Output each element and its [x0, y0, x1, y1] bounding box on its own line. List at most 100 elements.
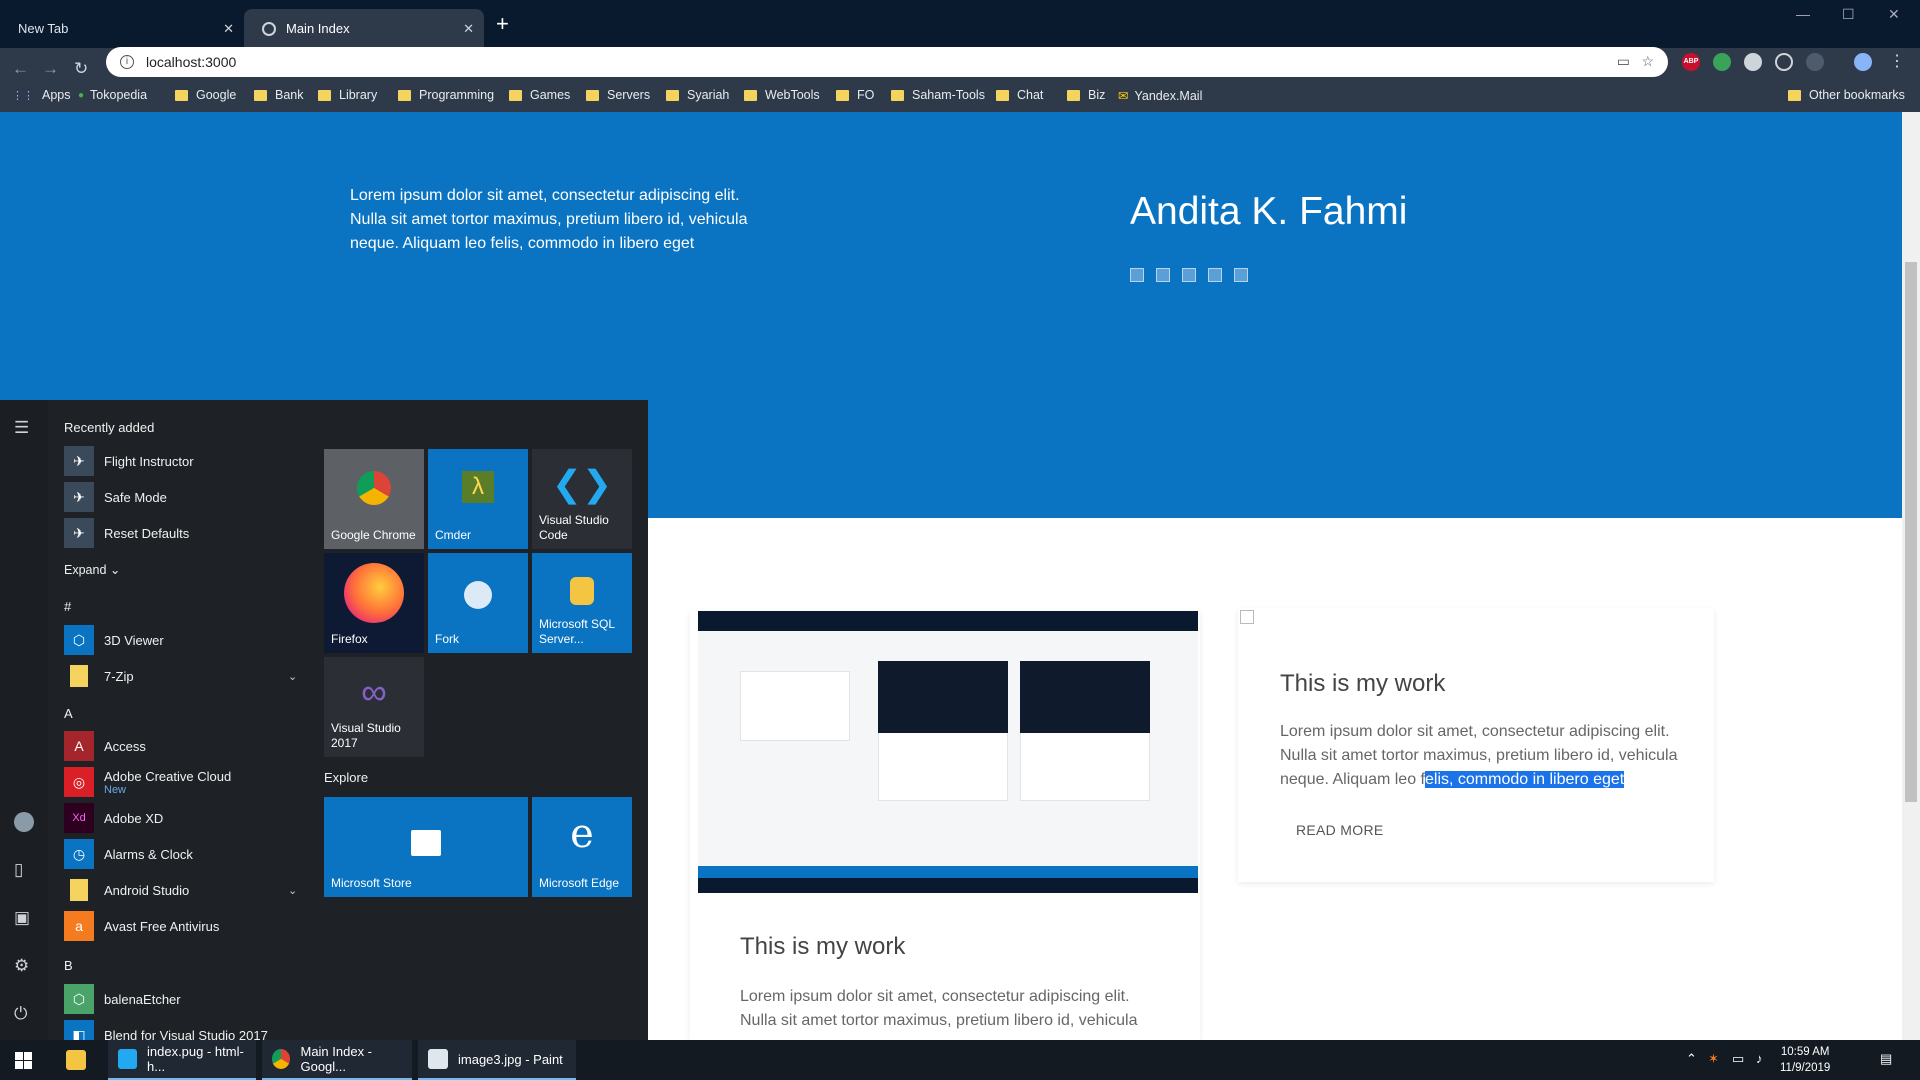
- user-avatar[interactable]: [14, 812, 34, 832]
- tab-new-tab[interactable]: New Tab ✕: [0, 9, 244, 48]
- tile-fork[interactable]: Fork: [428, 553, 528, 653]
- app-adobe-creative-cloud[interactable]: ◎ Adobe Creative Cloud New: [64, 767, 231, 797]
- bookmark-yandex-mail[interactable]: ✉ Yandex.Mail: [1118, 88, 1202, 104]
- bookmark-programming[interactable]: Programming: [398, 88, 494, 102]
- app-reset-defaults[interactable]: ✈ Reset Defaults: [64, 518, 189, 548]
- app-alarms-clock[interactable]: ◷ Alarms & Clock: [64, 839, 193, 869]
- system-clock[interactable]: 10:59 AM 11/9/2019: [1780, 1044, 1830, 1076]
- social-link-icon[interactable]: [1130, 268, 1144, 282]
- window-close-icon[interactable]: ✕: [1888, 6, 1900, 23]
- app-access[interactable]: A Access: [64, 731, 146, 761]
- app-adobe-xd[interactable]: Xd Adobe XD: [64, 803, 163, 833]
- clock-date: 11/9/2019: [1780, 1062, 1831, 1074]
- cast-icon[interactable]: ▭: [1617, 53, 1630, 70]
- extension-icon[interactable]: [1806, 53, 1824, 71]
- windows-start-icon[interactable]: [0, 1040, 46, 1080]
- chevron-down-icon[interactable]: ⌄: [288, 670, 297, 683]
- settings-gear-icon[interactable]: ⚙: [14, 956, 29, 976]
- app-flight-instructor[interactable]: ✈ Flight Instructor: [64, 446, 194, 476]
- notifications-icon[interactable]: ▤: [1880, 1051, 1892, 1067]
- tile-firefox[interactable]: Firefox: [324, 553, 424, 653]
- bookmark-fo[interactable]: FO: [836, 88, 874, 102]
- chevron-down-icon[interactable]: ⌄: [288, 884, 297, 897]
- back-icon[interactable]: ←: [12, 59, 29, 79]
- bookmark-tokopedia[interactable]: ● Tokopedia: [78, 88, 147, 102]
- app-avast-free-antivirus[interactable]: a Avast Free Antivirus: [64, 911, 219, 941]
- bookmark-label: Other bookmarks: [1809, 88, 1905, 102]
- folder-icon: [509, 89, 522, 101]
- close-tab-icon[interactable]: ✕: [463, 21, 474, 37]
- maximize-icon[interactable]: ☐: [1842, 6, 1855, 23]
- tile-cmder[interactable]: λ Cmder: [428, 449, 528, 549]
- app-balenaetcher[interactable]: ⬡ balenaEtcher: [64, 984, 181, 1014]
- bookmark-biz[interactable]: Biz: [1067, 88, 1105, 102]
- extension-target-icon[interactable]: [1775, 53, 1793, 71]
- app-7-zip[interactable]: 7-Zip: [64, 661, 134, 691]
- app-android-studio[interactable]: Android Studio: [64, 875, 189, 905]
- expand-button[interactable]: Expand ⌄: [64, 562, 120, 577]
- airplane-icon: ✈: [64, 446, 94, 476]
- bookmark-star-icon[interactable]: ☆: [1641, 53, 1654, 70]
- bookmark-games[interactable]: Games: [509, 88, 570, 102]
- tab-main-index[interactable]: Main Index ✕: [244, 9, 484, 48]
- section-hash[interactable]: #: [64, 599, 71, 614]
- bookmark-syariah[interactable]: Syariah: [666, 88, 729, 102]
- bookmark-bank[interactable]: Bank: [254, 88, 304, 102]
- section-b[interactable]: B: [64, 958, 73, 973]
- social-link-icon[interactable]: [1156, 268, 1170, 282]
- tile-microsoft-store[interactable]: Microsoft Store: [324, 797, 528, 897]
- tile-google-chrome[interactable]: Google Chrome: [324, 449, 424, 549]
- taskbar: index.pug - html-h... Main Index - Googl…: [0, 1040, 1920, 1080]
- taskbar-item-chrome[interactable]: Main Index - Googl...: [262, 1040, 412, 1080]
- social-link-icon[interactable]: [1182, 268, 1196, 282]
- reload-icon[interactable]: ↻: [74, 59, 88, 79]
- other-bookmarks[interactable]: Other bookmarks: [1788, 88, 1905, 102]
- tile-microsoft-sql-server[interactable]: Microsoft SQL Server...: [532, 553, 632, 653]
- avast-tray-icon[interactable]: ✶: [1708, 1051, 1719, 1067]
- taskbar-item-paint[interactable]: image3.jpg - Paint: [418, 1040, 576, 1080]
- tokopedia-icon: ●: [78, 89, 85, 101]
- work-card-text: Lorem ipsum dolor sit amet, consectetur …: [740, 988, 1138, 1029]
- tile-visual-studio-code[interactable]: ❮❯ Visual Studio Code: [532, 449, 632, 549]
- social-link-icon[interactable]: [1234, 268, 1248, 282]
- tile-visual-studio-2017[interactable]: ∞ Visual Studio 2017: [324, 657, 424, 757]
- volume-icon[interactable]: ♪: [1756, 1051, 1763, 1066]
- social-link-icon[interactable]: [1208, 268, 1222, 282]
- app-safe-mode[interactable]: ✈ Safe Mode: [64, 482, 167, 512]
- forward-icon[interactable]: →: [42, 59, 59, 79]
- tray-chevron-up-icon[interactable]: ⌃: [1686, 1051, 1697, 1067]
- bookmark-apps[interactable]: ⋮⋮ Apps: [12, 88, 71, 102]
- taskbar-item-vscode[interactable]: index.pug - html-h...: [108, 1040, 256, 1080]
- extension-icon[interactable]: [1713, 53, 1731, 71]
- adblock-icon[interactable]: ABP: [1682, 53, 1700, 71]
- bookmark-label: Tokopedia: [90, 88, 148, 102]
- bookmark-label: Programming: [419, 88, 495, 102]
- menu-kebab-icon[interactable]: ⋮: [1888, 53, 1906, 71]
- bookmark-library[interactable]: Library: [318, 88, 377, 102]
- documents-icon[interactable]: ▯: [14, 860, 23, 880]
- minimize-icon[interactable]: —: [1796, 6, 1810, 22]
- bookmark-webtools[interactable]: WebTools: [744, 88, 820, 102]
- bookmark-google[interactable]: Google: [175, 88, 236, 102]
- profile-avatar[interactable]: [1854, 53, 1872, 71]
- extension-gear-icon[interactable]: [1744, 53, 1762, 71]
- new-tab-button[interactable]: +: [496, 13, 509, 35]
- address-bar[interactable]: i localhost:3000 ▭ ☆: [106, 47, 1668, 77]
- tile-microsoft-edge[interactable]: e Microsoft Edge: [532, 797, 632, 897]
- app-3d-viewer[interactable]: ⬡ 3D Viewer: [64, 625, 164, 655]
- power-icon[interactable]: ⏻: [14, 1004, 27, 1024]
- bookmark-saham-tools[interactable]: Saham-Tools: [891, 88, 985, 102]
- battery-icon[interactable]: ▭: [1732, 1051, 1744, 1067]
- site-info-icon[interactable]: i: [120, 55, 134, 69]
- bookmark-chat[interactable]: Chat: [996, 88, 1043, 102]
- close-tab-icon[interactable]: ✕: [223, 21, 234, 37]
- hamburger-menu-icon[interactable]: ☰: [14, 418, 29, 438]
- bookmark-servers[interactable]: Servers: [586, 88, 650, 102]
- pictures-icon[interactable]: ▣: [14, 908, 30, 928]
- section-a[interactable]: A: [64, 706, 73, 721]
- bookmark-label: FO: [857, 88, 875, 102]
- read-more-button[interactable]: READ MORE: [1296, 822, 1384, 838]
- app-blend-visual-studio[interactable]: ◧ Blend for Visual Studio 2017: [64, 1020, 268, 1040]
- file-explorer-icon[interactable]: [56, 1040, 96, 1080]
- scrollbar-thumb[interactable]: [1905, 262, 1917, 802]
